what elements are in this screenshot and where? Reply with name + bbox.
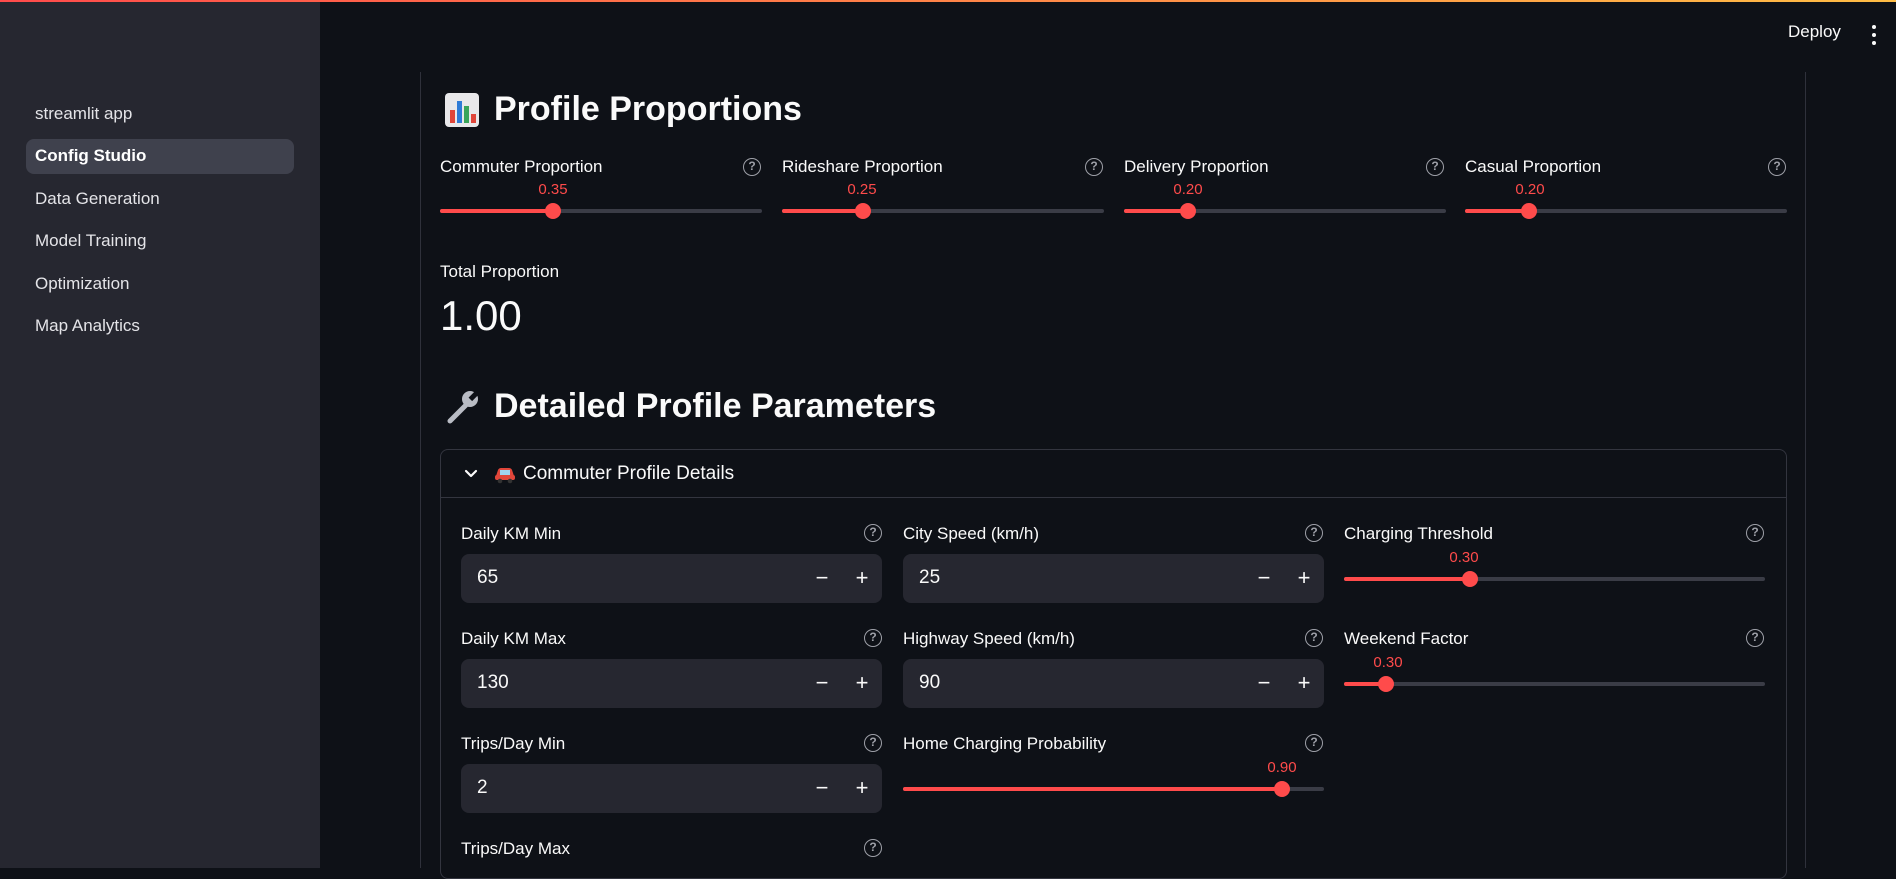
decrement-button[interactable]: − [1248, 667, 1280, 699]
delivery-proportion-slider[interactable] [1124, 203, 1446, 219]
help-icon[interactable]: ? [864, 734, 882, 752]
sidebar-item-map-analytics[interactable]: Map Analytics [26, 309, 294, 344]
home-charging-value: 0.90 [1267, 759, 1297, 776]
decrement-button[interactable]: − [806, 562, 838, 594]
decrement-button[interactable]: − [806, 772, 838, 804]
help-icon[interactable]: ? [1305, 734, 1323, 752]
decrement-button[interactable]: − [806, 667, 838, 699]
highway-speed-value[interactable]: 90 [919, 672, 940, 694]
expander-title: Commuter Profile Details [523, 463, 735, 484]
profile-proportions-heading: Profile Proportions [444, 90, 802, 129]
sidebar-nav: streamlit app Config Studio Data Generat… [26, 96, 294, 351]
car-icon [495, 468, 515, 484]
help-icon[interactable]: ? [1768, 158, 1786, 176]
city-speed-input[interactable]: 25 − + [903, 554, 1324, 603]
bar-chart-icon [445, 92, 479, 127]
charging-threshold-label: Charging Threshold [1344, 524, 1493, 543]
daily-km-max-value[interactable]: 130 [477, 672, 509, 694]
slider-fill [440, 209, 553, 213]
city-speed-value[interactable]: 25 [919, 567, 940, 589]
commuter-proportion-value: 0.35 [538, 181, 568, 198]
commuter-proportion-slider[interactable] [440, 203, 762, 219]
help-icon[interactable]: ? [864, 839, 882, 857]
increment-button[interactable]: + [846, 667, 878, 699]
commuter-proportion-label: Commuter Proportion [440, 157, 603, 176]
charging-threshold-value: 0.30 [1449, 549, 1479, 566]
trips-day-max-label: Trips/Day Max [461, 839, 570, 858]
help-icon[interactable]: ? [1746, 524, 1764, 542]
weekend-factor-slider[interactable] [1344, 676, 1765, 692]
chevron-down-icon[interactable] [461, 464, 481, 484]
daily-km-max-input[interactable]: 130 − + [461, 659, 882, 708]
profile-proportions-title: Profile Proportions [494, 90, 802, 128]
slider-fill [903, 787, 1282, 791]
slider-fill [1124, 209, 1189, 213]
decrement-button[interactable]: − [1248, 562, 1280, 594]
slider-fill [1344, 577, 1471, 581]
sidebar: streamlit app Config Studio Data Generat… [0, 2, 320, 868]
help-icon[interactable]: ? [1305, 524, 1323, 542]
rideshare-proportion-value: 0.25 [847, 181, 877, 198]
highway-speed-input[interactable]: 90 − + [903, 659, 1324, 708]
increment-button[interactable]: + [846, 772, 878, 804]
app-header [320, 2, 1896, 72]
help-icon[interactable]: ? [1085, 158, 1103, 176]
help-icon[interactable]: ? [1746, 629, 1764, 647]
sidebar-item-data-generation[interactable]: Data Generation [26, 181, 294, 216]
increment-button[interactable]: + [846, 562, 878, 594]
daily-km-min-input[interactable]: 65 − + [461, 554, 882, 603]
sidebar-item-streamlit-app[interactable]: streamlit app [26, 96, 294, 131]
expander-header[interactable]: Commuter Profile Details [441, 450, 1786, 498]
detailed-parameters-title: Detailed Profile Parameters [494, 387, 937, 425]
trips-day-min-input[interactable]: 2 − + [461, 764, 882, 813]
delivery-proportion-label: Delivery Proportion [1124, 157, 1269, 176]
increment-button[interactable]: + [1288, 667, 1320, 699]
slider-fill [1465, 209, 1530, 213]
slider-fill [782, 209, 863, 213]
rideshare-proportion-slider[interactable] [782, 203, 1104, 219]
slider-thumb[interactable] [1378, 676, 1395, 692]
daily-km-min-label: Daily KM Min [461, 524, 562, 543]
slider-thumb[interactable] [544, 203, 561, 219]
total-proportion-label: Total Proportion [440, 262, 560, 281]
casual-proportion-slider[interactable] [1465, 203, 1787, 219]
total-proportion-value: 1.00 [440, 292, 522, 339]
home-charging-label: Home Charging Probability [903, 734, 1107, 753]
daily-km-min-value[interactable]: 65 [477, 567, 498, 589]
deploy-button[interactable]: Deploy [1788, 22, 1841, 42]
highway-speed-label: Highway Speed (km/h) [903, 629, 1075, 648]
increment-button[interactable]: + [1288, 562, 1320, 594]
wrench-icon [447, 390, 480, 423]
rideshare-proportion-label: Rideshare Proportion [782, 157, 943, 176]
daily-km-max-label: Daily KM Max [461, 629, 566, 648]
help-icon[interactable]: ? [1426, 158, 1444, 176]
help-icon[interactable]: ? [864, 629, 882, 647]
slider-thumb[interactable] [1273, 781, 1290, 797]
casual-proportion-value: 0.20 [1515, 181, 1545, 198]
home-charging-slider[interactable] [903, 781, 1324, 797]
slider-thumb[interactable] [854, 203, 871, 219]
city-speed-label: City Speed (km/h) [903, 524, 1040, 543]
sidebar-item-model-training[interactable]: Model Training [26, 224, 294, 259]
help-icon[interactable]: ? [864, 524, 882, 542]
casual-proportion-label: Casual Proportion [1465, 157, 1602, 176]
kebab-menu-icon[interactable] [1870, 25, 1878, 49]
sidebar-item-config-studio[interactable]: Config Studio [26, 138, 294, 174]
delivery-proportion-value: 0.20 [1173, 181, 1203, 198]
help-icon[interactable]: ? [743, 158, 761, 176]
charging-threshold-slider[interactable] [1344, 571, 1765, 587]
help-icon[interactable]: ? [1305, 629, 1323, 647]
sidebar-item-optimization[interactable]: Optimization [26, 266, 294, 301]
weekend-factor-value: 0.30 [1373, 654, 1403, 671]
weekend-factor-label: Weekend Factor [1344, 629, 1469, 648]
trips-day-min-value[interactable]: 2 [477, 777, 488, 799]
trips-day-min-label: Trips/Day Min [461, 734, 566, 753]
detailed-parameters-heading: Detailed Profile Parameters [444, 387, 936, 426]
